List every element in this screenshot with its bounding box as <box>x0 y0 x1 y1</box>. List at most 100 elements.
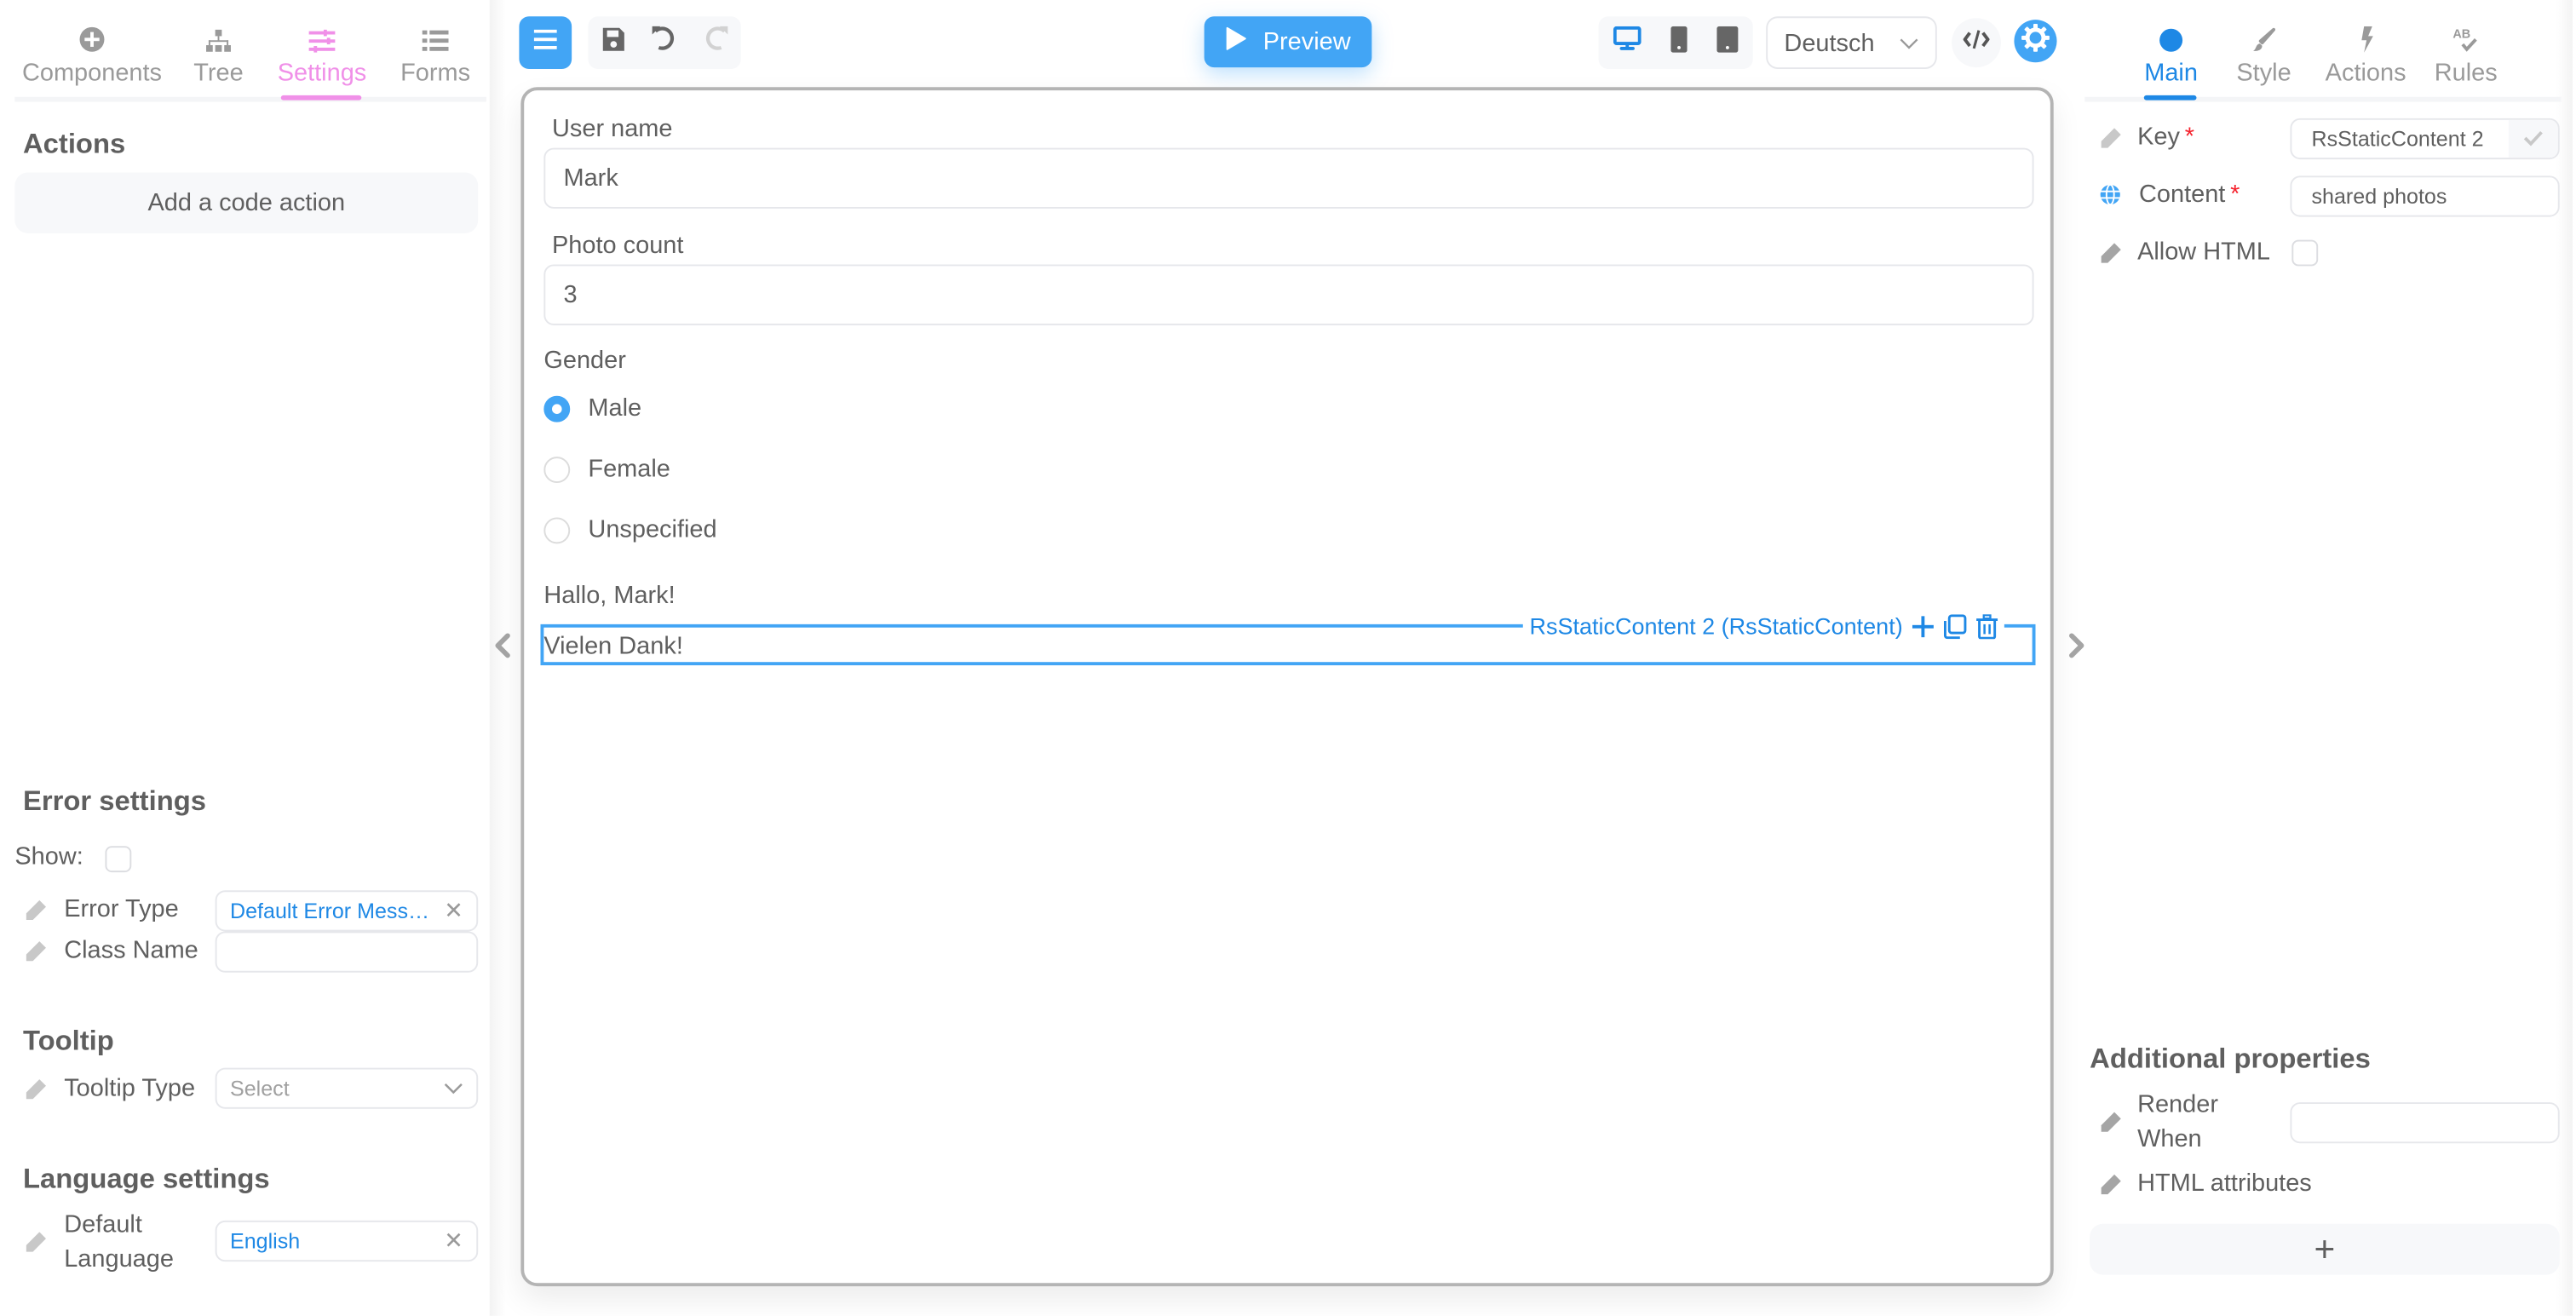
gender-option-unspecified[interactable]: Unspecified <box>543 516 717 543</box>
tab-label: Tree <box>193 59 244 88</box>
circle-icon <box>2159 20 2183 53</box>
pencil-icon <box>2100 1172 2123 1195</box>
tab-divider <box>14 96 486 102</box>
tab-actions[interactable]: Actions <box>2323 20 2408 87</box>
plus-circle-icon <box>79 20 106 53</box>
tab-style[interactable]: Style <box>2228 20 2300 87</box>
tooltip-heading: Tooltip <box>22 1025 114 1057</box>
pencil-icon <box>25 939 48 962</box>
language-settings-heading: Language settings <box>22 1163 270 1195</box>
key-value: RsStaticContent 2 <box>2311 126 2484 152</box>
play-icon <box>1225 26 1246 58</box>
gender-option-female[interactable]: Female <box>543 455 670 483</box>
key-label: Key <box>2137 123 2180 152</box>
pencil-icon <box>2100 241 2123 264</box>
allow-html-label: Allow HTML <box>2137 238 2271 267</box>
chevron-down-icon <box>1899 29 1918 57</box>
svg-text:AB: AB <box>2452 27 2470 41</box>
tab-components[interactable]: Components <box>21 20 163 88</box>
collapse-left-panel-button[interactable] <box>493 632 513 667</box>
save-icon <box>601 26 626 60</box>
chevron-right-icon <box>2067 633 2086 665</box>
tab-tree[interactable]: Tree <box>161 20 276 87</box>
radio-button[interactable] <box>543 456 571 483</box>
default-language-label-line1: Default <box>64 1210 142 1239</box>
error-settings-heading: Error settings <box>22 784 207 817</box>
confirm-key-button[interactable] <box>2508 119 2558 158</box>
show-error-checkbox[interactable] <box>105 846 132 873</box>
default-language-select[interactable]: English ✕ <box>215 1220 479 1262</box>
device-tablet-button[interactable] <box>1716 25 1739 60</box>
check-icon <box>2523 126 2543 151</box>
actions-heading: Actions <box>22 128 126 160</box>
undo-button[interactable] <box>639 16 690 69</box>
tab-rules[interactable]: AB Rules <box>2433 20 2498 87</box>
class-name-label: Class Name <box>64 936 198 965</box>
tab-main[interactable]: Main <box>2136 20 2206 87</box>
undo-icon <box>651 25 679 60</box>
save-button[interactable] <box>588 16 639 69</box>
menu-button[interactable] <box>519 16 572 69</box>
tooltip-type-select[interactable]: Select <box>215 1067 479 1109</box>
tab-forms[interactable]: Forms <box>386 20 485 87</box>
pencil-icon <box>2100 1111 2123 1134</box>
form-canvas: User name Mark Photo count 3 Gender Male… <box>520 87 2054 1287</box>
content-input[interactable]: shared photos <box>2290 175 2560 217</box>
key-input[interactable]: RsStaticContent 2 <box>2290 118 2560 160</box>
pencil-icon <box>25 898 48 921</box>
radio-button[interactable] <box>543 394 571 422</box>
required-marker: * <box>2230 181 2240 209</box>
radio-button[interactable] <box>543 516 571 543</box>
tab-label: Rules <box>2434 59 2498 88</box>
tab-label: Components <box>21 59 163 88</box>
user-name-input[interactable]: Mark <box>543 147 2034 209</box>
render-when-input[interactable] <box>2290 1102 2560 1144</box>
clear-icon[interactable]: ✕ <box>444 897 463 925</box>
class-name-input[interactable] <box>215 931 479 973</box>
preview-button[interactable]: Preview <box>1204 16 1372 68</box>
render-when-label-line2: When <box>2137 1125 2202 1153</box>
additional-properties-heading: Additional properties <box>2090 1043 2371 1075</box>
html-attributes-label: HTML attributes <box>2137 1169 2312 1198</box>
allow-html-checkbox[interactable] <box>2291 239 2319 267</box>
mobile-icon <box>1670 25 1688 60</box>
globe-icon <box>2099 183 2123 206</box>
list-icon <box>422 20 449 53</box>
redo-button[interactable] <box>690 16 741 69</box>
error-type-value: Default Error Mess… <box>229 898 430 923</box>
selected-component-name: RsStaticContent 2 (RsStaticContent) <box>1529 612 1903 640</box>
add-html-attribute-button[interactable]: + <box>2090 1223 2560 1275</box>
settings-button[interactable] <box>2014 20 2057 63</box>
tab-settings[interactable]: Settings <box>276 20 368 87</box>
radio-label: Female <box>588 455 670 483</box>
add-code-action-button[interactable]: Add a code action <box>14 172 479 233</box>
add-icon[interactable] <box>1912 615 1935 637</box>
collapse-right-panel-button[interactable] <box>2067 632 2086 667</box>
tablet-icon <box>1716 25 1739 60</box>
active-tab-indicator <box>280 95 362 101</box>
chevron-left-icon <box>493 633 513 665</box>
chevron-down-icon <box>444 1076 463 1100</box>
desktop-icon <box>1613 26 1642 60</box>
photo-count-label: Photo count <box>551 231 684 260</box>
tab-label: Main <box>2144 59 2198 88</box>
photo-count-input[interactable]: 3 <box>543 264 2034 325</box>
error-type-select[interactable]: Default Error Mess… ✕ <box>215 890 479 932</box>
selected-static-content[interactable]: Vielen Dank! <box>543 632 683 660</box>
copy-icon[interactable] <box>1944 613 1967 639</box>
device-mobile-button[interactable] <box>1670 25 1688 60</box>
language-select[interactable]: Deutsch <box>1766 16 1937 69</box>
device-desktop-button[interactable] <box>1613 26 1642 60</box>
spellcheck-icon: AB <box>2452 20 2479 53</box>
required-marker: * <box>2184 123 2194 152</box>
error-type-label: Error Type <box>64 895 179 923</box>
gender-option-male[interactable]: Male <box>543 394 641 422</box>
history-group <box>588 16 741 69</box>
code-button[interactable] <box>1952 18 2001 68</box>
default-language-label-line2: Language <box>64 1244 174 1273</box>
selected-component-toolbar: RsStaticContent 2 (RsStaticContent) <box>1522 609 2005 643</box>
pencil-icon <box>25 1230 48 1253</box>
trash-icon[interactable] <box>1976 613 1998 639</box>
clear-icon[interactable]: ✕ <box>444 1227 463 1256</box>
user-name-label: User name <box>551 114 673 143</box>
